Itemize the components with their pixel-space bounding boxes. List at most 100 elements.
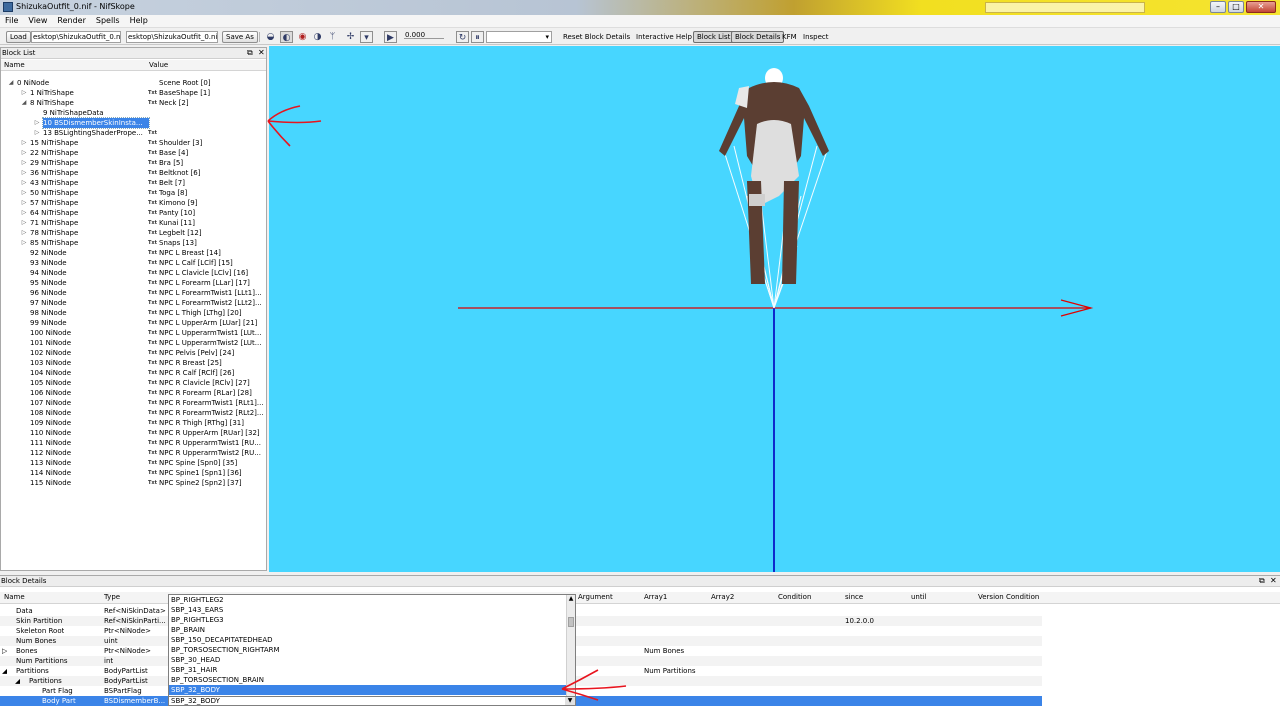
collapsed-arrow-icon[interactable]: ▷: [20, 138, 28, 148]
block-details-toggle[interactable]: Block Details: [731, 31, 785, 43]
view-walk-icon[interactable]: ◒: [264, 31, 277, 43]
dropdown-option[interactable]: SBP_30_HEAD: [169, 655, 575, 665]
block-list-row[interactable]: 101 NiNode Txt NPC L UpperarmTwist2 [LUt..…: [1, 338, 266, 348]
block-list-row[interactable]: 102 NiNode Txt NPC Pelvis [Pelv] [24]: [1, 348, 266, 358]
menu-spells[interactable]: Spells: [91, 15, 125, 26]
axes-icon[interactable]: ✢: [344, 31, 357, 43]
dropdown-option[interactable]: BP_RIGHTLEG2: [169, 595, 575, 605]
play-icon[interactable]: ▶: [384, 31, 397, 43]
col-name-header[interactable]: Name: [4, 592, 25, 603]
minimize-button[interactable]: –: [1210, 1, 1226, 13]
block-list-row[interactable]: 96 NiNode Txt NPC L ForearmTwist1 [LLt1]..…: [1, 288, 266, 298]
collapsed-arrow-icon[interactable]: ▷: [20, 228, 28, 238]
block-list-row[interactable]: ▷ 22 NiTriShape Txt Base [4]: [1, 148, 266, 158]
scroll-thumb[interactable]: [568, 617, 574, 627]
render-viewport[interactable]: [269, 46, 1280, 572]
block-list-row[interactable]: 113 NiNode Txt NPC Spine [Spn0] [35]: [1, 458, 266, 468]
block-list-row[interactable]: ▷ 43 NiTriShape Txt Belt [7]: [1, 178, 266, 188]
block-list-row[interactable]: ◢ 8 NiTriShape Txt Neck [2]: [1, 98, 266, 108]
dropdown-option[interactable]: SBP_32_BODY: [169, 685, 575, 695]
col-argument-header[interactable]: Argument: [578, 592, 613, 603]
block-list-row[interactable]: ▷ 10 BSDismemberSkinInsta...: [1, 117, 266, 129]
block-list-row[interactable]: ▷ 71 NiTriShape Txt Kunai [11]: [1, 218, 266, 228]
block-list-row[interactable]: 112 NiNode Txt NPC R UpperarmTwist2 [RU...: [1, 448, 266, 458]
reset-block-details-button[interactable]: Reset Block Details: [563, 33, 630, 41]
col-until-header[interactable]: until: [911, 592, 927, 603]
block-list-row[interactable]: 98 NiNode Txt NPC L Thigh [LThg] [20]: [1, 308, 266, 318]
dropdown-option[interactable]: SBP_150_DECAPITATEDHEAD: [169, 635, 575, 645]
block-list-row[interactable]: 103 NiNode Txt NPC R Breast [25]: [1, 358, 266, 368]
float-icon[interactable]: ⧉: [1259, 576, 1265, 586]
collapsed-arrow-icon[interactable]: ▷: [20, 188, 28, 198]
block-list-row[interactable]: 104 NiNode Txt NPC R Calf [RClf] [26]: [1, 368, 266, 378]
menu-file[interactable]: File: [0, 15, 23, 26]
collapsed-arrow-icon[interactable]: ▷: [33, 118, 41, 128]
collapsed-arrow-icon[interactable]: ▷: [20, 88, 28, 98]
dropdown-scrollbar[interactable]: ▲: [566, 595, 575, 705]
block-list-row[interactable]: ▷ 1 NiTriShape Txt BaseShape [1]: [1, 88, 266, 98]
block-list-toggle[interactable]: Block List: [693, 31, 735, 43]
maximize-button[interactable]: □: [1228, 1, 1244, 13]
close-icon[interactable]: ✕: [258, 48, 265, 58]
block-list-row[interactable]: 9 NiTriShapeData: [1, 108, 266, 118]
collapsed-arrow-icon[interactable]: ▷: [20, 218, 28, 228]
save-path-field[interactable]: esktop\ShizukaOutfit_0.nif: [126, 31, 218, 43]
collapsed-arrow-icon[interactable]: ▷: [20, 158, 28, 168]
block-list-row[interactable]: 99 NiNode Txt NPC L UpperArm [LUar] [21]: [1, 318, 266, 328]
block-list-row[interactable]: 107 NiNode Txt NPC R ForearmTwist1 [RLt1].…: [1, 398, 266, 408]
view-skeleton-icon[interactable]: ᛘ: [326, 31, 339, 43]
chevron-down-icon[interactable]: ▼: [565, 697, 575, 705]
collapsed-arrow-icon[interactable]: ▷: [20, 238, 28, 248]
dropdown-option[interactable]: BP_TORSOSECTION_RIGHTARM: [169, 645, 575, 655]
block-list-row[interactable]: ▷ 57 NiTriShape Txt Kimono [9]: [1, 198, 266, 208]
block-list-row[interactable]: ◢ 0 NiNode Scene Root [0]: [1, 78, 266, 88]
kfm-button[interactable]: KFM: [782, 33, 797, 41]
collapsed-arrow-icon[interactable]: ▷: [33, 128, 41, 138]
menu-view[interactable]: View: [23, 15, 52, 26]
col-array2-header[interactable]: Array2: [711, 592, 734, 603]
view-textures-icon[interactable]: ◐: [280, 31, 293, 43]
block-list-row[interactable]: 115 NiNode Txt NPC Spine2 [Spn2] [37]: [1, 478, 266, 488]
col-name-header[interactable]: Name: [4, 60, 25, 70]
block-list-row[interactable]: ▷ 29 NiTriShape Txt Bra [5]: [1, 158, 266, 168]
collapsed-arrow-icon[interactable]: ▷: [20, 178, 28, 188]
dropdown-option[interactable]: BP_TORSOSECTION_BRAIN: [169, 675, 575, 685]
interactive-help-button[interactable]: Interactive Help: [636, 33, 692, 41]
col-condition-header[interactable]: Condition: [778, 592, 811, 603]
block-list-row[interactable]: ▷ 50 NiTriShape Txt Toga [8]: [1, 188, 266, 198]
block-list-row[interactable]: 109 NiNode Txt NPC R Thigh [RThg] [31]: [1, 418, 266, 428]
block-list-row[interactable]: ▷ 13 BSLightingShaderPrope... Txt: [1, 128, 266, 138]
block-list-row[interactable]: 97 NiNode Txt NPC L ForearmTwist2 [LLt2]..…: [1, 298, 266, 308]
menu-render[interactable]: Render: [52, 15, 90, 26]
block-list-row[interactable]: 108 NiNode Txt NPC R ForearmTwist2 [RLt2].…: [1, 408, 266, 418]
close-button[interactable]: ✕: [1246, 1, 1276, 13]
block-list-row[interactable]: 94 NiNode Txt NPC L Clavicle [LClv] [16]: [1, 268, 266, 278]
view-lighting-icon[interactable]: ◉: [296, 31, 309, 43]
save-as-button[interactable]: Save As: [222, 31, 258, 43]
load-path-field[interactable]: esktop\ShizukaOutfit_0.nif: [31, 31, 121, 43]
tree-arrow-icon[interactable]: ◢: [15, 676, 20, 686]
col-since-header[interactable]: since: [845, 592, 863, 603]
dropdown-option[interactable]: SBP_31_HAIR: [169, 665, 575, 675]
loop-icon[interactable]: ↻: [456, 31, 469, 43]
expanded-arrow-icon[interactable]: ◢: [20, 98, 28, 108]
collapsed-arrow-icon[interactable]: ▷: [20, 148, 28, 158]
tree-arrow-icon[interactable]: ◢: [2, 666, 7, 676]
block-list-row[interactable]: 100 NiNode Txt NPC L UpperarmTwist1 [LUt..…: [1, 328, 266, 338]
view-dropdown-icon[interactable]: ▾: [360, 31, 373, 43]
block-list-row[interactable]: ▷ 64 NiTriShape Txt Panty [10]: [1, 208, 266, 218]
col-version-condition-header[interactable]: Version Condition: [978, 592, 1039, 603]
float-icon[interactable]: ⧉: [247, 48, 253, 58]
dropdown-option[interactable]: BP_BRAIN: [169, 625, 575, 635]
col-type-header[interactable]: Type: [104, 592, 120, 603]
body-part-dropdown-list[interactable]: BP_RIGHTLEG2 SBP_143_EARS BP_RIGHTLEG3 BP_B…: [168, 594, 576, 706]
block-list-row[interactable]: 92 NiNode Txt NPC L Breast [14]: [1, 248, 266, 258]
menu-help[interactable]: Help: [125, 15, 153, 26]
collapsed-arrow-icon[interactable]: ▷: [20, 168, 28, 178]
col-array1-header[interactable]: Array1: [644, 592, 667, 603]
block-list-row[interactable]: 105 NiNode Txt NPC R Clavicle [RClv] [27]: [1, 378, 266, 388]
block-list-row[interactable]: 110 NiNode Txt NPC R UpperArm [RUar] [32]: [1, 428, 266, 438]
sequence-icon[interactable]: ⏸: [471, 31, 484, 43]
close-icon[interactable]: ✕: [1270, 576, 1277, 586]
expanded-arrow-icon[interactable]: ◢: [7, 78, 15, 88]
